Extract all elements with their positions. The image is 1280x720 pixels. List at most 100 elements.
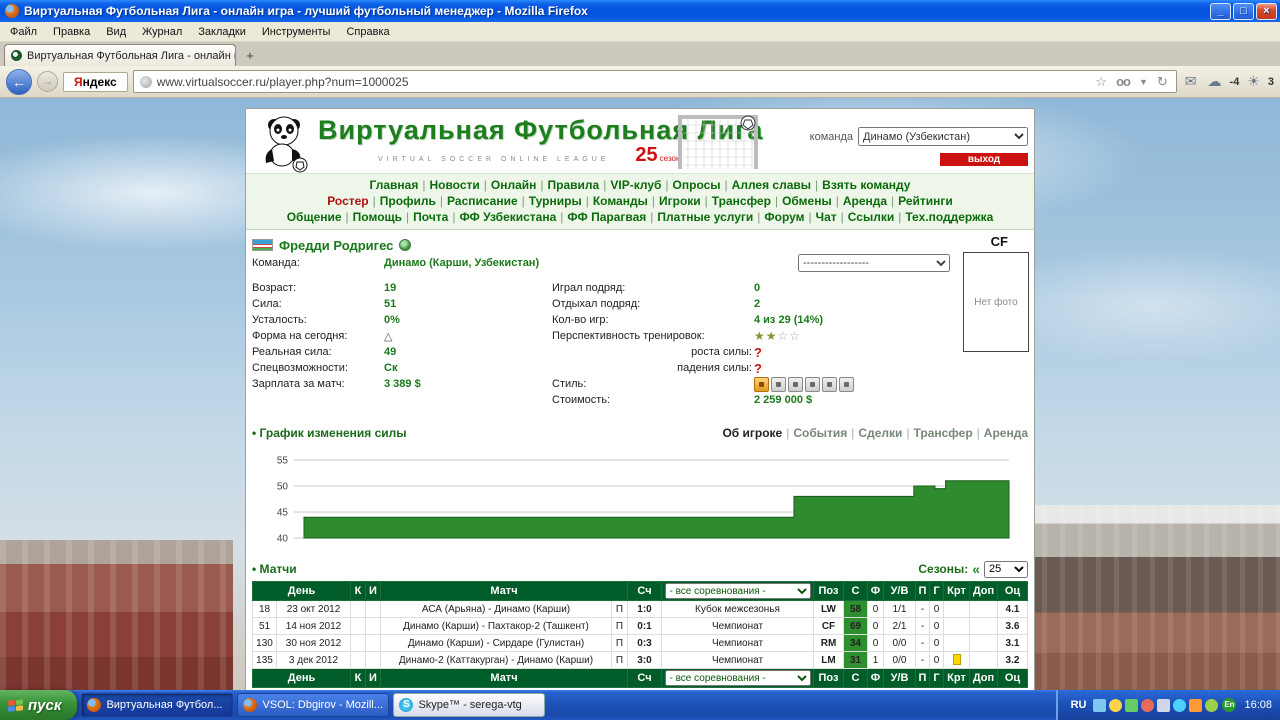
language-en-icon[interactable]: En: [1222, 698, 1237, 712]
skype-icon: S: [399, 698, 414, 712]
nav-link-7[interactable]: Взять команду: [822, 178, 910, 192]
match-score-link[interactable]: 0:3: [627, 634, 662, 652]
nav-link-1[interactable]: Новости: [429, 178, 479, 192]
match-form: 0: [867, 634, 884, 652]
globe-icon[interactable]: [399, 239, 412, 251]
player-team-dropdown[interactable]: ------------------: [798, 254, 950, 272]
taskbar-button-skype[interactable]: S Skype™ - serega-vtg: [393, 693, 546, 717]
nav-link-3[interactable]: Турниры: [529, 194, 582, 208]
style-icon-1[interactable]: [754, 376, 769, 392]
browser-tab[interactable]: Виртуальная Футбольная Лига - онлайн и..…: [4, 44, 236, 66]
sun-icon[interactable]: ☀: [1244, 73, 1263, 90]
competition-filter-select[interactable]: - все соревнования -: [664, 583, 811, 599]
menu-item-6[interactable]: Справка: [338, 24, 397, 40]
nav-link-3[interactable]: ФФ Узбекистана: [459, 210, 556, 224]
stat-value[interactable]: ?: [754, 345, 762, 360]
nav-link-1[interactable]: Профиль: [380, 194, 436, 208]
reader-glasses-icon[interactable]: oo: [1114, 74, 1132, 89]
tray-icon-3[interactable]: [1125, 698, 1139, 712]
player-tab-0[interactable]: Об игроке: [722, 426, 782, 440]
nav-link-3[interactable]: Правила: [548, 178, 600, 192]
player-tab-3[interactable]: Трансфер: [914, 426, 973, 440]
tray-icon-2[interactable]: [1109, 698, 1123, 712]
menu-item-0[interactable]: Файл: [2, 24, 45, 40]
nav-link-1[interactable]: Помощь: [353, 210, 402, 224]
chart-section: График изменения силы Об игроке|События|…: [246, 420, 1034, 546]
seasons-prev-link[interactable]: «: [972, 561, 980, 577]
style-icon-2[interactable]: [771, 376, 786, 392]
maximize-button[interactable]: □: [1233, 2, 1254, 20]
start-button[interactable]: пуск: [0, 690, 78, 720]
nav-link-7[interactable]: Обмены: [782, 194, 832, 208]
player-tab-2[interactable]: Сделки: [858, 426, 902, 440]
logout-button[interactable]: выход: [940, 153, 1028, 166]
yandex-button[interactable]: Яндекс: [63, 71, 128, 92]
menu-item-4[interactable]: Закладки: [190, 24, 254, 40]
nav-link-0[interactable]: Главная: [370, 178, 419, 192]
match-score-link[interactable]: 0:1: [627, 617, 662, 635]
match-teams-link[interactable]: Динамо (Карши) - Сирдаре (Гулистан): [380, 634, 612, 652]
nav-link-6[interactable]: Аллея славы: [732, 178, 811, 192]
match-score-link[interactable]: 3:0: [627, 651, 662, 669]
taskbar-button-vsol[interactable]: VSOL: Dbgirov - Mozill...: [237, 693, 390, 717]
match-teams-link[interactable]: АСА (Арьяна) - Динамо (Карши): [380, 600, 612, 618]
nav-link-2[interactable]: Расписание: [447, 194, 518, 208]
nav-link-2[interactable]: Онлайн: [491, 178, 537, 192]
tray-icon-5[interactable]: [1157, 698, 1171, 712]
season-select[interactable]: 25: [984, 560, 1028, 578]
bookmark-star-icon[interactable]: ☆: [1093, 74, 1109, 90]
close-button[interactable]: ×: [1256, 2, 1277, 20]
taskbar-button-vfl[interactable]: Виртуальная Футбол...: [81, 693, 234, 717]
url-bar[interactable]: www.virtualsoccer.ru/player.php?num=1000…: [132, 70, 1177, 93]
match-teams-link[interactable]: Динамо (Карши) - Пахтакор-2 (Ташкент): [380, 617, 612, 635]
nav-link-5[interactable]: Платные услуги: [657, 210, 753, 224]
competition-filter-select-bottom[interactable]: - все соревнования -: [664, 670, 811, 686]
nav-link-4[interactable]: ФФ Парагвая: [567, 210, 646, 224]
menu-item-3[interactable]: Журнал: [134, 24, 190, 40]
nav-link-5[interactable]: Игроки: [659, 194, 701, 208]
nav-link-6[interactable]: Трансфер: [712, 194, 771, 208]
reload-icon[interactable]: ↻: [1155, 74, 1170, 90]
match-score-link[interactable]: 1:0: [627, 600, 662, 618]
url-text[interactable]: www.virtualsoccer.ru/player.php?num=1000…: [157, 75, 1089, 89]
player-tab-4[interactable]: Аренда: [984, 426, 1028, 440]
nav-link-7[interactable]: Чат: [816, 210, 837, 224]
col-krt: Крт: [943, 668, 970, 688]
tray-icon-1[interactable]: [1093, 698, 1107, 712]
stat-value[interactable]: ?: [754, 361, 762, 376]
nav-link-9[interactable]: Рейтинги: [898, 194, 953, 208]
nav-link-9[interactable]: Тех.поддержка: [905, 210, 993, 224]
style-icon-5[interactable]: [822, 376, 837, 392]
nav-link-2[interactable]: Почта: [413, 210, 448, 224]
nav-link-0[interactable]: Общение: [287, 210, 342, 224]
back-button[interactable]: ←: [6, 68, 32, 95]
new-tab-button[interactable]: +: [238, 46, 262, 66]
nav-link-5[interactable]: Опросы: [673, 178, 721, 192]
tray-icon-6[interactable]: [1173, 698, 1187, 712]
style-icon-4[interactable]: [805, 376, 820, 392]
tray-icon-8[interactable]: [1205, 698, 1219, 712]
dropdown-caret-icon[interactable]: ▼: [1137, 77, 1150, 87]
nav-link-8[interactable]: Аренда: [843, 194, 887, 208]
menu-item-1[interactable]: Правка: [45, 24, 98, 40]
nav-link-4[interactable]: VIP-клуб: [610, 178, 661, 192]
mail-icon[interactable]: ✉: [1182, 73, 1200, 90]
nav-link-6[interactable]: Форум: [764, 210, 804, 224]
style-icon-3[interactable]: [788, 376, 803, 392]
tray-icon-4[interactable]: [1141, 698, 1155, 712]
nav-link-0[interactable]: Ростер: [327, 194, 368, 208]
menu-item-5[interactable]: Инструменты: [254, 24, 339, 40]
minimize-button[interactable]: _: [1210, 2, 1231, 20]
menu-item-2[interactable]: Вид: [98, 24, 134, 40]
team-name[interactable]: Динамо (Карши, Узбекистан): [384, 257, 539, 269]
style-icon-6[interactable]: [839, 376, 854, 392]
tray-icon-7[interactable]: [1189, 698, 1203, 712]
nav-link-4[interactable]: Команды: [593, 194, 648, 208]
language-indicator[interactable]: RU: [1068, 699, 1090, 711]
player-tab-1[interactable]: События: [793, 426, 847, 440]
match-teams-link[interactable]: Динамо-2 (Каттакурган) - Динамо (Карши): [380, 651, 612, 669]
forward-button[interactable]: →: [37, 71, 58, 92]
nav-link-8[interactable]: Ссылки: [848, 210, 894, 224]
team-switcher-select[interactable]: Динамо (Узбекистан): [858, 127, 1028, 146]
weather-icon[interactable]: ☁: [1205, 73, 1225, 90]
